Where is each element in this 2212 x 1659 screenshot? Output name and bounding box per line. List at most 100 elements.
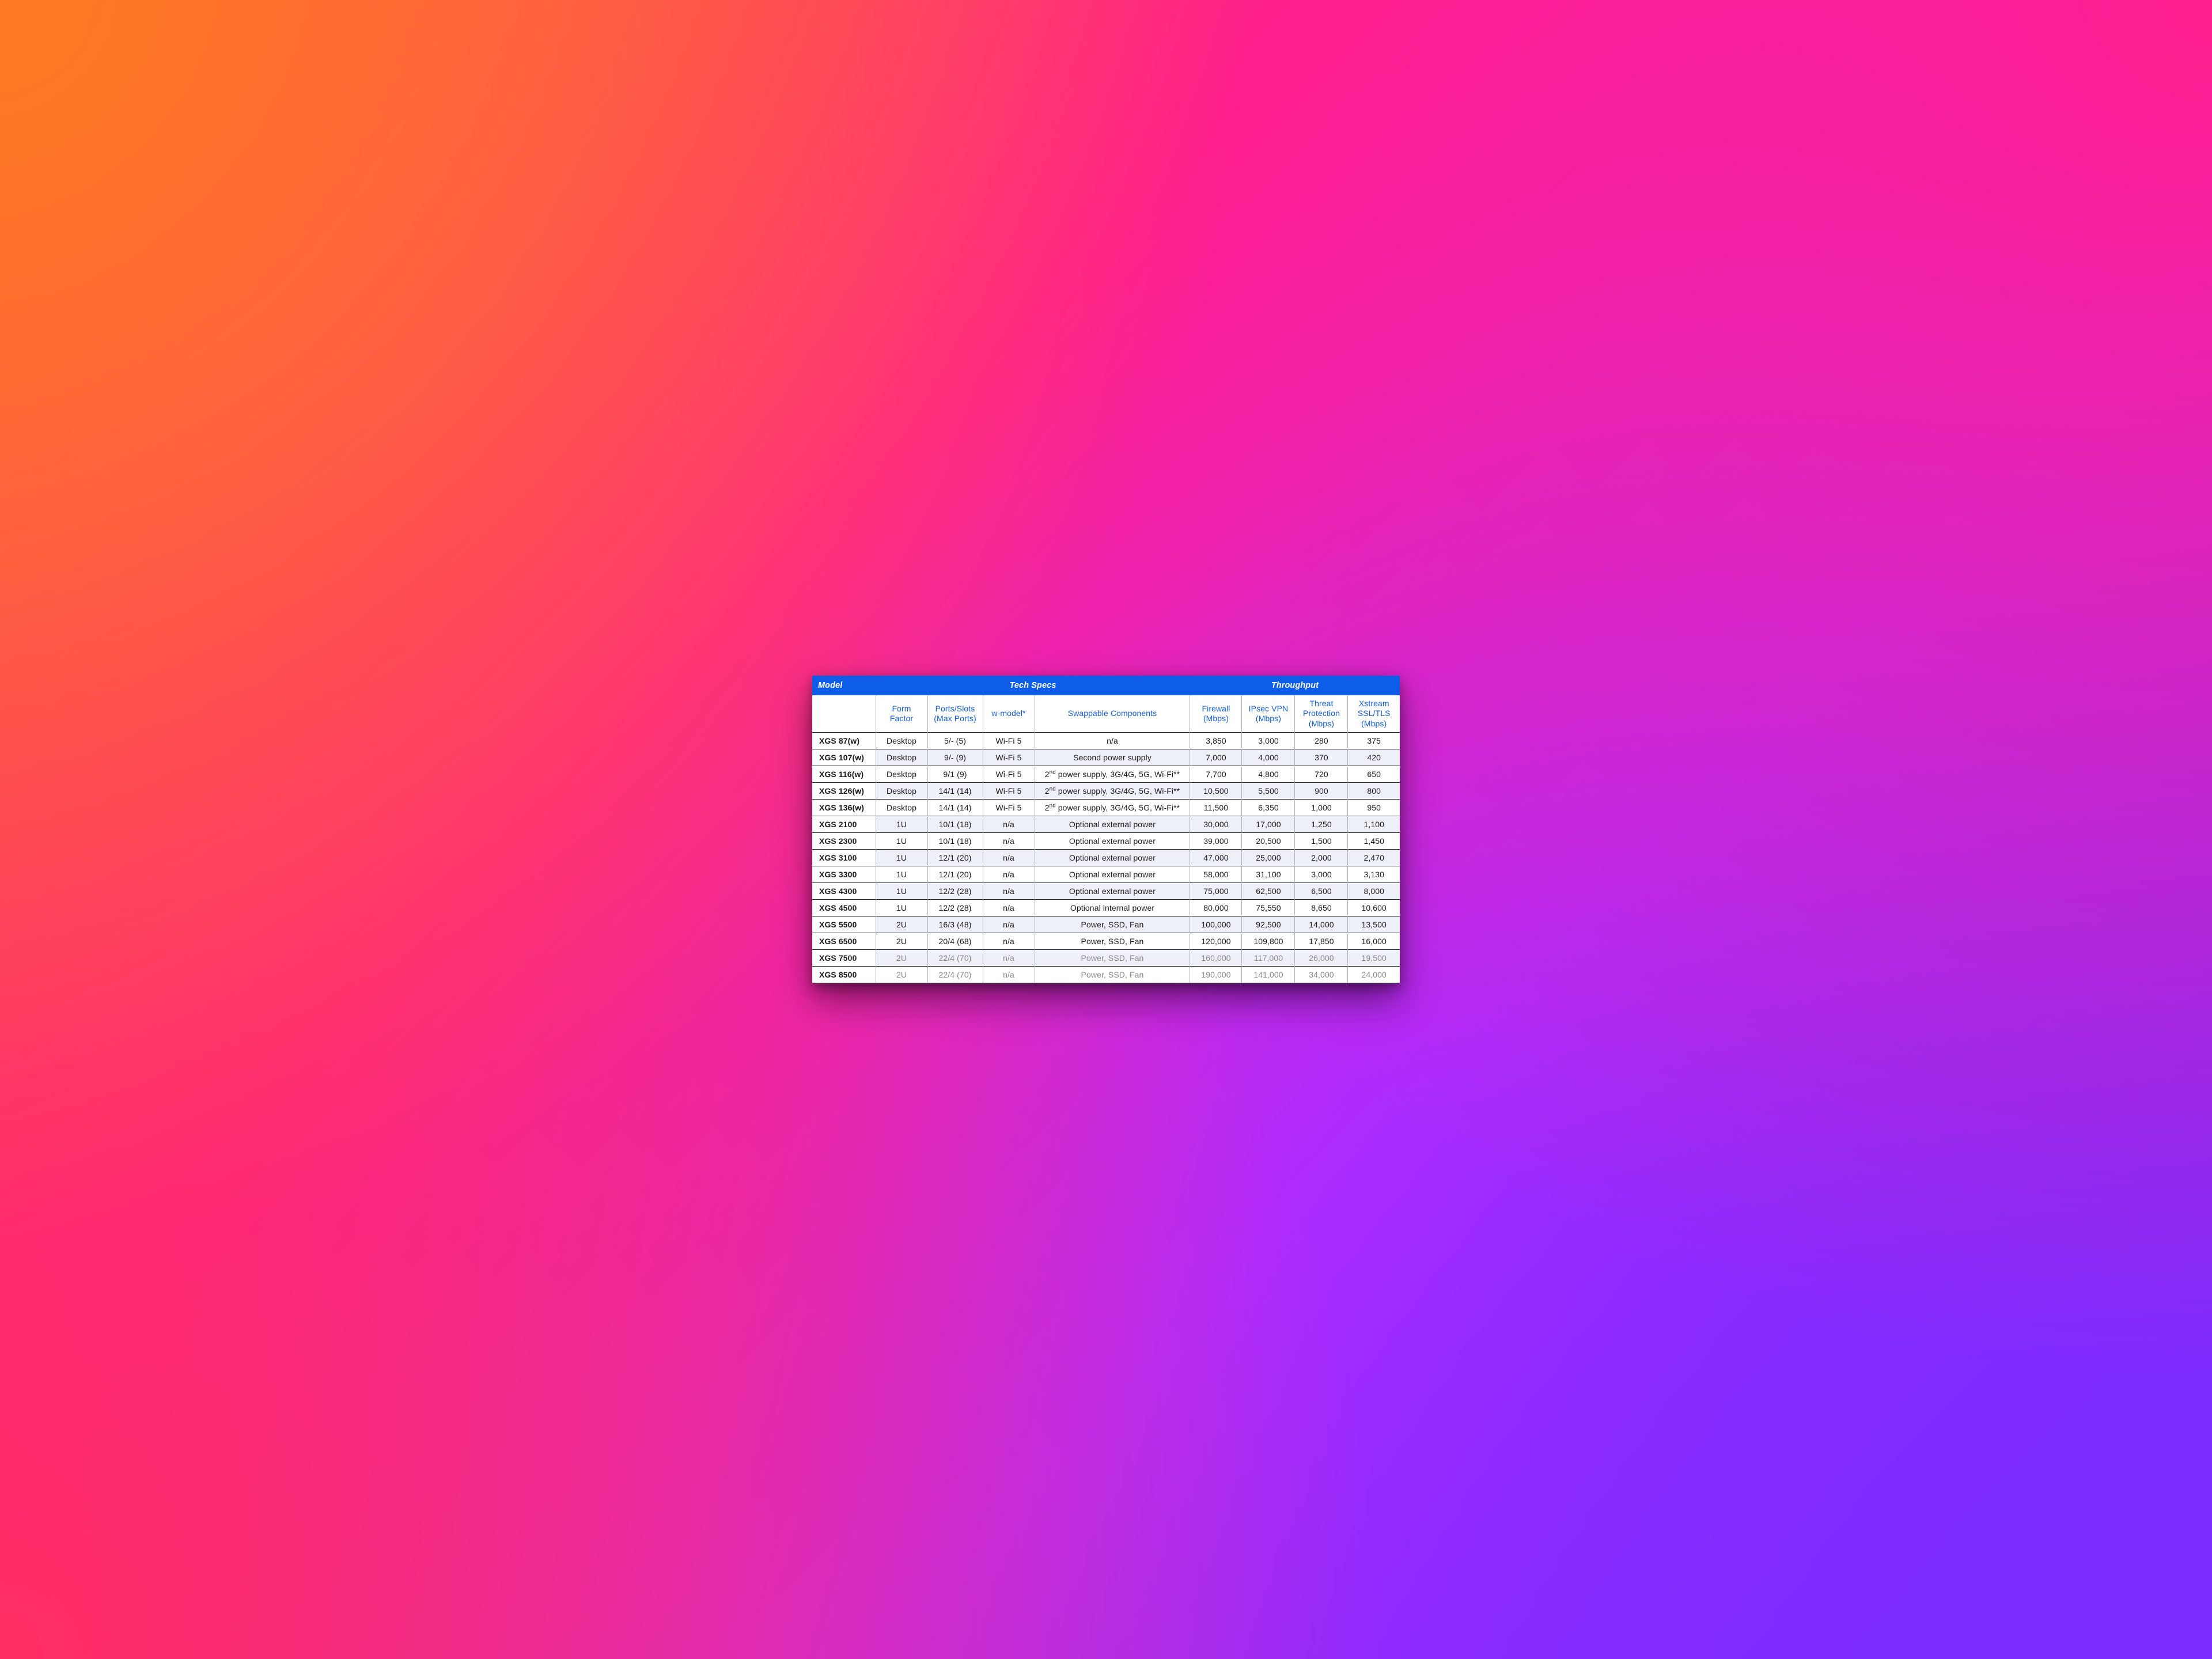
table-cell: 2nd power supply, 3G/4G, 5G, Wi-Fi**	[1035, 800, 1190, 816]
table-cell: Desktop	[876, 766, 927, 783]
table-cell: Optional external power	[1035, 883, 1190, 900]
table-cell: Optional external power	[1035, 850, 1190, 866]
table-cell: 8,000	[1348, 883, 1400, 900]
col-swappable: Swappable Components	[1035, 695, 1190, 733]
table-cell: Power, SSD, Fan	[1035, 967, 1190, 983]
table-cell: Power, SSD, Fan	[1035, 950, 1190, 967]
table-cell: 8,650	[1295, 900, 1348, 916]
table-cell: 2,470	[1348, 850, 1400, 866]
table-cell: 92,500	[1242, 916, 1295, 933]
table-cell: 4,800	[1242, 766, 1295, 783]
table-cell: 19,500	[1348, 950, 1400, 967]
table-cell: XGS 5500	[812, 916, 876, 933]
table-cell: Optional external power	[1035, 866, 1190, 883]
table-cell: XGS 4300	[812, 883, 876, 900]
table-cell: 1,100	[1348, 816, 1400, 833]
table-cell: 3,130	[1348, 866, 1400, 883]
table-cell: 950	[1348, 800, 1400, 816]
table-cell: 2U	[876, 933, 927, 950]
sub-header-row: FormFactor Ports/Slots(Max Ports) w-mode…	[812, 695, 1400, 733]
table-cell: 12/2 (28)	[927, 883, 983, 900]
table-row: XGS 21001U10/1 (18)n/aOptional external …	[812, 816, 1400, 833]
table-cell: n/a	[983, 967, 1035, 983]
table-cell: 47,000	[1190, 850, 1242, 866]
table-cell: 1,500	[1295, 833, 1348, 850]
table-cell: n/a	[983, 950, 1035, 967]
table-cell: 2nd power supply, 3G/4G, 5G, Wi-Fi**	[1035, 783, 1190, 800]
col-ipsec: IPsec VPN(Mbps)	[1242, 695, 1295, 733]
table-cell: 3,000	[1242, 733, 1295, 749]
table-cell: Desktop	[876, 749, 927, 766]
table-cell: 1U	[876, 833, 927, 850]
table-cell: 75,550	[1242, 900, 1295, 916]
table-cell: 14/1 (14)	[927, 800, 983, 816]
table-cell: 17,000	[1242, 816, 1295, 833]
table-cell: n/a	[983, 883, 1035, 900]
table-cell: 4,000	[1242, 749, 1295, 766]
col-threat: ThreatProtection(Mbps)	[1295, 695, 1348, 733]
specs-table: Model Tech Specs Throughput FormFactor P…	[812, 676, 1400, 984]
table-cell: XGS 116(w)	[812, 766, 876, 783]
table-cell: 5,500	[1242, 783, 1295, 800]
table-cell: 2U	[876, 967, 927, 983]
table-body: XGS 87(w)Desktop5/- (5)Wi-Fi 5n/a3,8503,…	[812, 733, 1400, 983]
col-form-factor: FormFactor	[876, 695, 927, 733]
table-cell: Desktop	[876, 733, 927, 749]
table-cell: 13,500	[1348, 916, 1400, 933]
table-cell: 31,100	[1242, 866, 1295, 883]
table-cell: 7,000	[1190, 749, 1242, 766]
table-cell: 11,500	[1190, 800, 1242, 816]
table-cell: 14/1 (14)	[927, 783, 983, 800]
table-cell: 3,000	[1295, 866, 1348, 883]
table-row: XGS 23001U10/1 (18)n/aOptional external …	[812, 833, 1400, 850]
table-cell: 900	[1295, 783, 1348, 800]
table-cell: 20,500	[1242, 833, 1295, 850]
table-cell: Second power supply	[1035, 749, 1190, 766]
table-cell: 25,000	[1242, 850, 1295, 866]
table-row: XGS 85002U22/4 (70)n/aPower, SSD, Fan190…	[812, 967, 1400, 983]
table-cell: 10/1 (18)	[927, 816, 983, 833]
table-cell: Optional external power	[1035, 833, 1190, 850]
table-cell: XGS 8500	[812, 967, 876, 983]
specs-table-card: Model Tech Specs Throughput FormFactor P…	[812, 676, 1400, 984]
group-header-model: Model	[812, 676, 876, 695]
table-cell: 10/1 (18)	[927, 833, 983, 850]
table-cell: 1,250	[1295, 816, 1348, 833]
table-cell: XGS 7500	[812, 950, 876, 967]
table-cell: 39,000	[1190, 833, 1242, 850]
table-cell: 12/1 (20)	[927, 866, 983, 883]
table-cell: 26,000	[1295, 950, 1348, 967]
table-cell: XGS 3100	[812, 850, 876, 866]
table-cell: 14,000	[1295, 916, 1348, 933]
table-cell: 22/4 (70)	[927, 950, 983, 967]
table-cell: 190,000	[1190, 967, 1242, 983]
table-cell: 6,500	[1295, 883, 1348, 900]
table-cell: 10,500	[1190, 783, 1242, 800]
table-cell: 1,000	[1295, 800, 1348, 816]
table-cell: 10,600	[1348, 900, 1400, 916]
group-header-throughput: Throughput	[1190, 676, 1400, 695]
table-cell: 370	[1295, 749, 1348, 766]
table-cell: n/a	[1035, 733, 1190, 749]
table-cell: n/a	[983, 833, 1035, 850]
table-cell: 160,000	[1190, 950, 1242, 967]
table-cell: 720	[1295, 766, 1348, 783]
table-cell: Optional internal power	[1035, 900, 1190, 916]
table-cell: XGS 136(w)	[812, 800, 876, 816]
col-w-model: w-model*	[983, 695, 1035, 733]
table-cell: 117,000	[1242, 950, 1295, 967]
table-cell: 420	[1348, 749, 1400, 766]
table-cell: 34,000	[1295, 967, 1348, 983]
group-header-row: Model Tech Specs Throughput	[812, 676, 1400, 695]
table-cell: XGS 6500	[812, 933, 876, 950]
table-cell: n/a	[983, 866, 1035, 883]
table-cell: n/a	[983, 933, 1035, 950]
table-cell: n/a	[983, 816, 1035, 833]
table-cell: 1,450	[1348, 833, 1400, 850]
table-row: XGS 136(w)Desktop14/1 (14)Wi-Fi 52nd pow…	[812, 800, 1400, 816]
group-header-tech-specs: Tech Specs	[876, 676, 1190, 695]
table-cell: 30,000	[1190, 816, 1242, 833]
table-row: XGS 45001U12/2 (28)n/aOptional internal …	[812, 900, 1400, 916]
table-cell: 9/1 (9)	[927, 766, 983, 783]
table-cell: 141,000	[1242, 967, 1295, 983]
